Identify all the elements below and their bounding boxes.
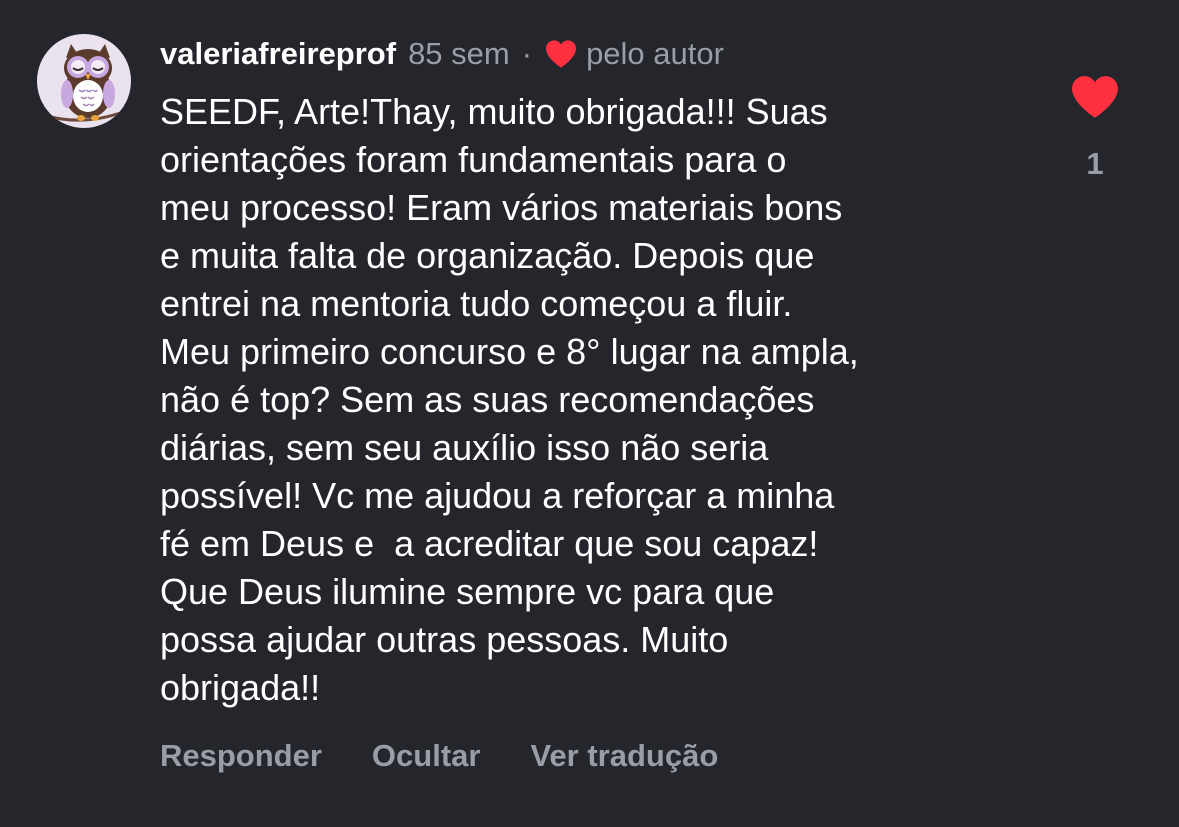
heart-filled-icon xyxy=(544,39,578,69)
separator-dot: · xyxy=(521,36,533,71)
hide-button[interactable]: Ocultar xyxy=(372,738,481,774)
comment-header: valeriafreireprof 85 sem · pelo autor xyxy=(160,34,724,74)
liked-by-author-label: pelo autor xyxy=(586,36,724,71)
comment-actions: Responder Ocultar Ver tradução xyxy=(160,738,768,774)
like-count[interactable]: 1 xyxy=(1070,146,1120,182)
comment-text: SEEDF, Arte!Thay, muito obrigada!!! Suas… xyxy=(160,91,859,708)
username[interactable]: valeriafreireprof xyxy=(160,36,396,72)
reply-button[interactable]: Responder xyxy=(160,738,322,774)
owl-avatar-icon xyxy=(46,44,124,122)
heart-filled-icon xyxy=(1072,76,1118,118)
comment-time: 85 sem xyxy=(408,36,510,71)
like-button[interactable] xyxy=(1070,74,1120,120)
translate-button[interactable]: Ver tradução xyxy=(530,738,718,774)
avatar[interactable] xyxy=(37,34,131,128)
